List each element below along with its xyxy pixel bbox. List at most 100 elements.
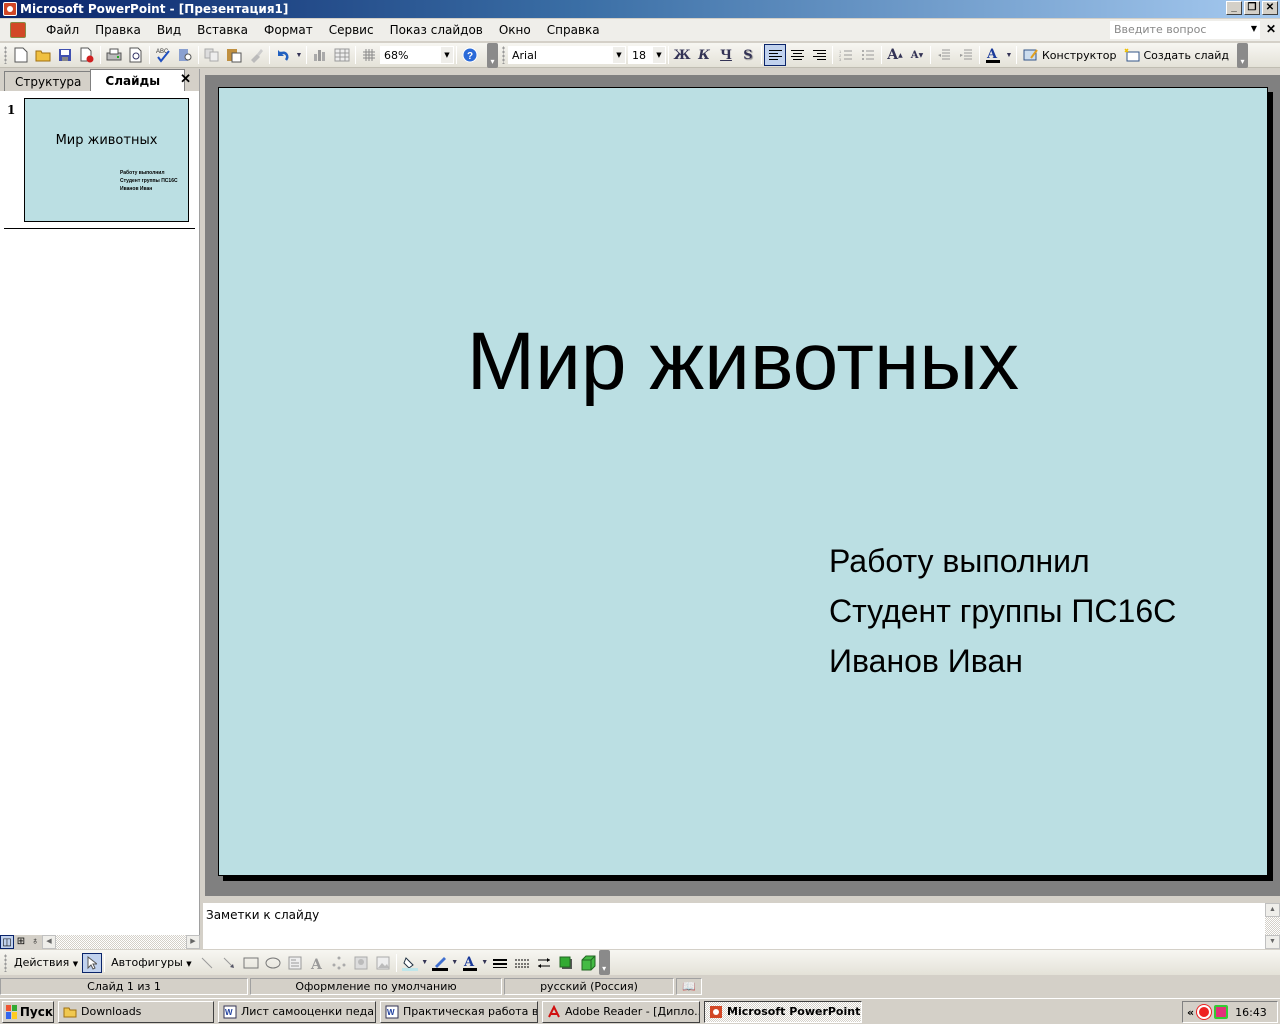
align-center-button[interactable] [786,44,808,66]
line-color-icon[interactable] [429,952,451,974]
close-button[interactable]: ✕ [1262,1,1278,15]
rectangle-icon[interactable] [240,952,262,974]
font-color-dropdown-icon[interactable]: ▼ [481,952,489,974]
menu-insert[interactable]: Вставка [189,23,256,37]
taskbar-item-adobe-reader[interactable]: Adobe Reader - [Дипло... [542,1000,700,1023]
toolbar-options-icon[interactable]: ▾ [487,42,498,68]
numbering-icon[interactable]: 123 [835,44,857,66]
slide-canvas[interactable]: Мир животных Работу выполнил Студент гру… [218,87,1268,876]
chevron-down-icon[interactable]: ▼ [1251,24,1257,33]
menu-file[interactable]: Файл [38,23,87,37]
close-document-button[interactable]: ✕ [1266,22,1276,36]
designer-button[interactable]: Конструктор [1019,44,1120,66]
font-size-select[interactable]: 18 ▼ [628,46,666,64]
taskbar-item-powerpoint[interactable]: Microsoft PowerPoint ... [704,1000,862,1023]
bullets-icon[interactable] [857,44,879,66]
dash-style-icon[interactable] [511,952,533,974]
start-button[interactable]: Пуск [2,1000,54,1023]
increase-indent-icon[interactable] [955,44,977,66]
diagram-icon[interactable] [328,952,350,974]
font-color-icon[interactable]: A [982,44,1004,66]
horizontal-scrollbar[interactable]: ◀ ▶ [42,935,200,949]
minimize-button[interactable]: _ [1226,1,1242,15]
undo-icon[interactable] [272,44,294,66]
notes-scrollbar[interactable]: ▲ ▼ [1265,903,1280,949]
fill-color-dropdown-icon[interactable]: ▼ [421,952,429,974]
bold-button[interactable]: Ж [671,44,693,66]
slide-title[interactable]: Мир животных [219,315,1267,409]
taskbar-item-downloads[interactable]: Downloads [58,1000,214,1023]
spelling-icon[interactable]: ABC [152,44,174,66]
line-icon[interactable] [196,952,218,974]
fill-color-icon[interactable] [399,952,421,974]
chevron-down-icon[interactable]: ▼ [441,47,453,63]
slide-subtitle[interactable]: Работу выполнил Студент группы ПС16С Ива… [829,536,1176,686]
align-right-button[interactable] [808,44,830,66]
slideshow-icon[interactable]: ♁ [28,935,42,949]
scroll-down-icon[interactable]: ▼ [1265,935,1280,949]
format-painter-icon[interactable] [245,44,267,66]
tab-slides[interactable]: Слайды [90,69,186,91]
chevron-down-icon[interactable]: ▼ [613,47,625,63]
zoom-select[interactable]: 68% ▼ [380,46,454,64]
help-question-input[interactable]: Введите вопрос ▼ [1110,21,1260,39]
permission-icon[interactable] [76,44,98,66]
slide-thumbnail[interactable]: Мир животных Работу выполнил Студент гру… [24,98,189,222]
research-icon[interactable] [174,44,196,66]
clipart-icon[interactable] [350,952,372,974]
undo-dropdown-icon[interactable]: ▼ [294,44,304,66]
scroll-up-icon[interactable]: ▲ [1265,903,1280,917]
shadow-button[interactable]: S [737,44,759,66]
print-preview-icon[interactable] [125,44,147,66]
menu-tools[interactable]: Сервис [321,23,382,37]
arrow-style-icon[interactable] [533,952,555,974]
help-icon[interactable]: ? [459,44,481,66]
decrease-indent-icon[interactable] [933,44,955,66]
actions-menu[interactable]: Действия ▼ [10,956,82,969]
save-icon[interactable] [54,44,76,66]
notes-pane[interactable]: Заметки к слайду ▲ ▼ [203,901,1280,949]
menu-help[interactable]: Справка [539,23,608,37]
open-icon[interactable] [32,44,54,66]
toolbar-grip[interactable] [4,953,7,972]
shadow-style-icon[interactable] [555,952,577,974]
scroll-right-icon[interactable]: ▶ [186,935,200,949]
select-objects-icon[interactable] [82,952,103,973]
line-color-dropdown-icon[interactable]: ▼ [451,952,459,974]
new-slide-button[interactable]: Создать слайд [1120,44,1233,66]
print-icon[interactable] [103,44,125,66]
taskbar-item-word-2[interactable]: W Практическая работа в... [380,1000,538,1023]
restore-button[interactable]: ❐ [1244,1,1260,15]
messenger-icon[interactable] [1214,1005,1229,1019]
font-color-icon[interactable]: A [459,952,481,974]
insert-chart-icon[interactable] [309,44,331,66]
wordart-icon[interactable]: A [306,952,328,974]
menu-window[interactable]: Окно [491,23,539,37]
grid-icon[interactable] [358,44,380,66]
tray-expand-button[interactable]: « [1187,1006,1194,1019]
normal-view-icon[interactable]: ◫ [0,935,14,949]
antivirus-icon[interactable] [1197,1005,1212,1019]
chevron-down-icon[interactable]: ▼ [653,47,665,63]
new-icon[interactable] [10,44,32,66]
scroll-left-icon[interactable]: ◀ [42,935,56,949]
menu-slideshow[interactable]: Показ слайдов [382,23,491,37]
document-icon[interactable] [10,22,26,38]
textbox-icon[interactable] [284,952,306,974]
oval-icon[interactable] [262,952,284,974]
spelling-status-icon[interactable]: 📖 [676,977,702,995]
toolbar-options-icon[interactable]: ▾ [1237,42,1249,68]
paste-icon[interactable] [223,44,245,66]
close-pane-button[interactable]: ✕ [180,71,191,87]
decrease-font-size-icon[interactable]: A ▼ [906,44,928,66]
line-style-icon[interactable] [489,952,511,974]
menu-format[interactable]: Формат [256,23,321,37]
slide-sorter-icon[interactable]: ⊞ [14,935,28,949]
toolbar-options-icon[interactable]: ▾ [598,950,610,975]
powerpoint-icon[interactable] [3,2,17,16]
arrow-icon[interactable] [218,952,240,974]
picture-icon[interactable] [372,952,394,974]
insert-table-icon[interactable] [331,44,353,66]
increase-font-size-icon[interactable]: A ▲ [884,44,906,66]
font-select[interactable]: Arial ▼ [508,46,626,64]
